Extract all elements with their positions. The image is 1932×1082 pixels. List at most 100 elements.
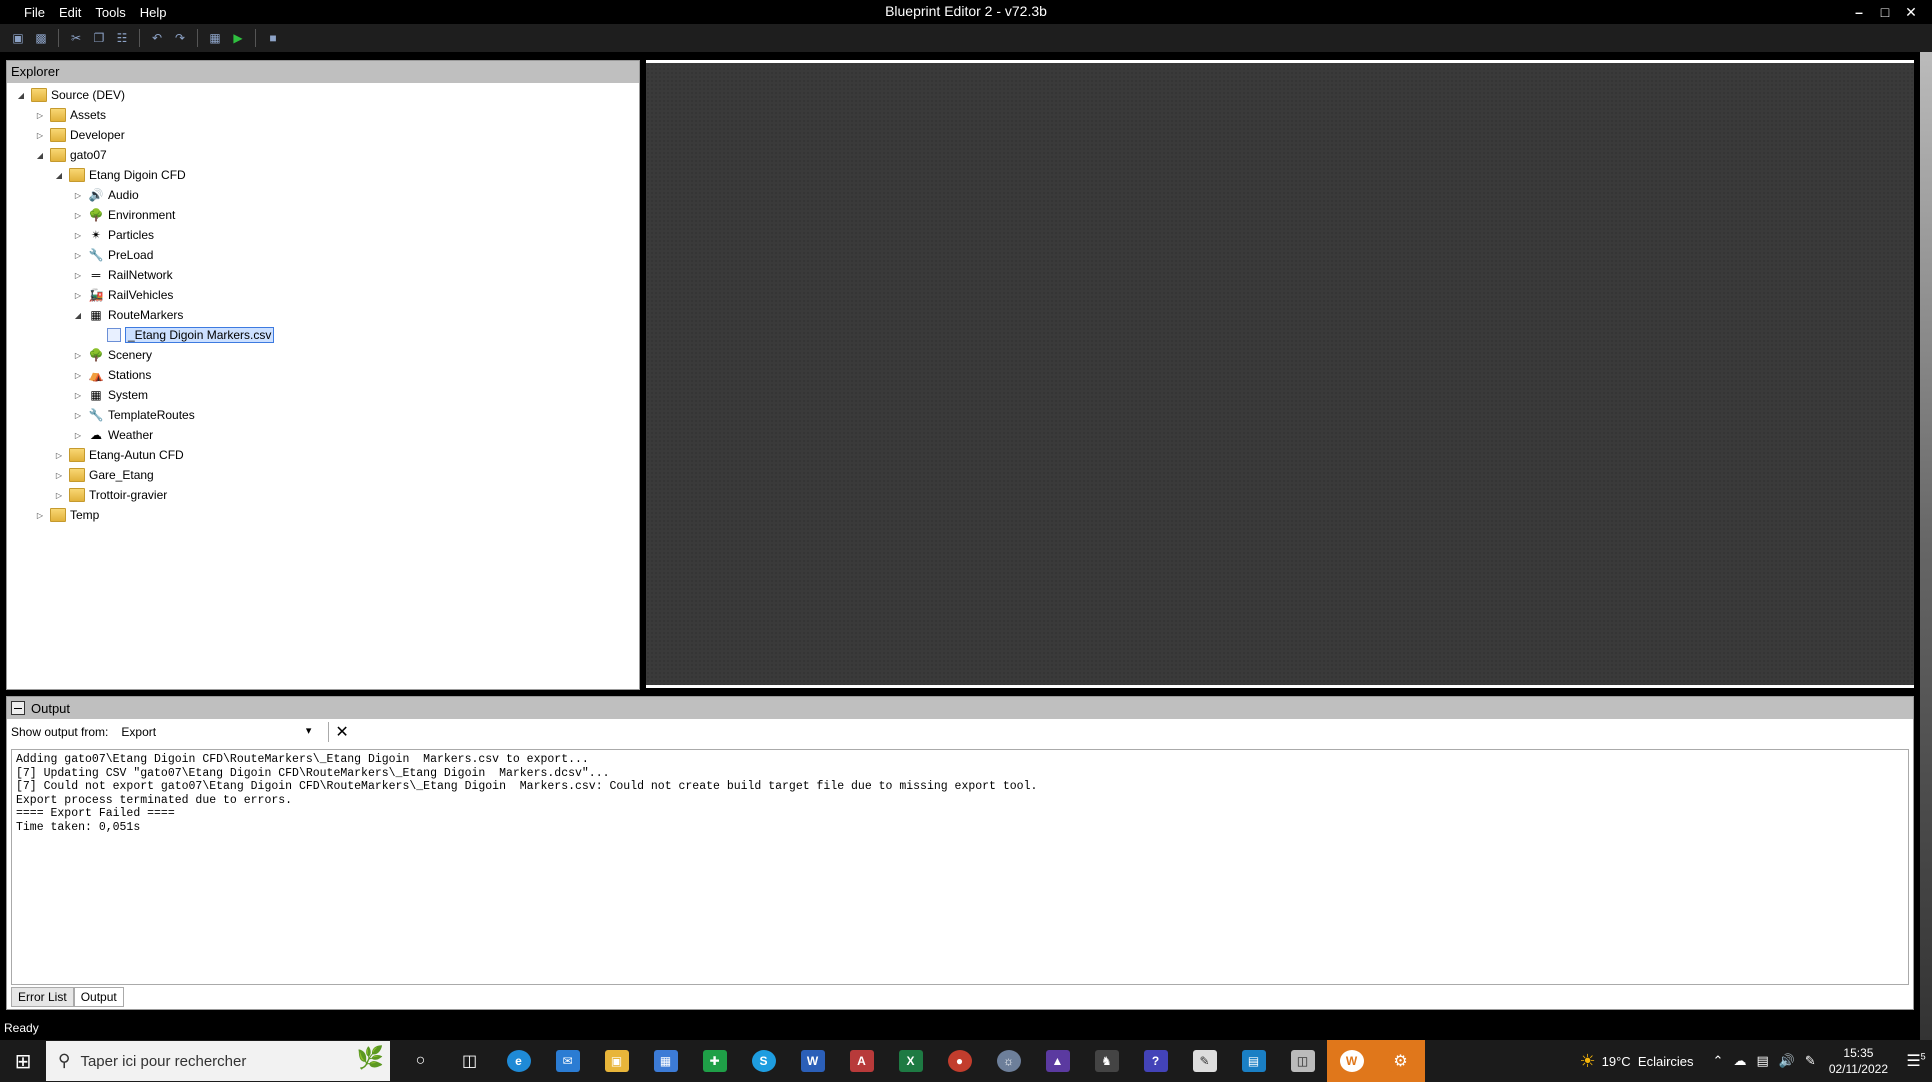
- collapsed-arrow-icon[interactable]: ▷: [72, 291, 84, 300]
- tree-item[interactable]: ▷ ✴ Particles: [7, 225, 639, 245]
- menu-edit[interactable]: Edit: [53, 5, 87, 20]
- tab-error-list[interactable]: Error List: [11, 987, 74, 1007]
- menu-help[interactable]: Help: [134, 5, 173, 20]
- run-icon[interactable]: ▶: [228, 28, 248, 48]
- windows-start-icon[interactable]: ⊞: [0, 1040, 46, 1082]
- tree-item[interactable]: ▷ Assets: [7, 105, 639, 125]
- taskbar-search[interactable]: ⚲ Taper ici pour rechercher 🌿: [46, 1041, 390, 1081]
- collapsed-arrow-icon[interactable]: ▷: [53, 471, 65, 480]
- collapsed-arrow-icon[interactable]: ▷: [72, 371, 84, 380]
- store-icon[interactable]: ▦: [641, 1040, 690, 1082]
- word-app-active-icon[interactable]: W: [1327, 1040, 1376, 1082]
- collapsed-arrow-icon[interactable]: ▷: [34, 111, 46, 120]
- tree-item[interactable]: ◢ gato07: [7, 145, 639, 165]
- redo-icon[interactable]: ↷: [170, 28, 190, 48]
- collapsed-arrow-icon[interactable]: ▷: [72, 231, 84, 240]
- cortana-icon[interactable]: ○: [396, 1040, 445, 1082]
- menu-file[interactable]: File: [18, 5, 51, 20]
- expanded-arrow-icon[interactable]: ◢: [72, 311, 84, 320]
- tree-item[interactable]: ▷ ☁ Weather: [7, 425, 639, 445]
- task-view-icon[interactable]: ◫: [445, 1040, 494, 1082]
- tree-item[interactable]: ▷ Temp: [7, 505, 639, 525]
- menu-tools[interactable]: Tools: [89, 5, 131, 20]
- undo-icon[interactable]: ↶: [147, 28, 167, 48]
- blueprint-editor-icon[interactable]: ⚙: [1376, 1040, 1425, 1082]
- game-app-icon[interactable]: ♞: [1082, 1040, 1131, 1082]
- tree-item[interactable]: ▷ 🔊 Audio: [7, 185, 639, 205]
- tree-item[interactable]: ▷ 🌳 Environment: [7, 205, 639, 225]
- collapsed-arrow-icon[interactable]: ▷: [34, 511, 46, 520]
- tree-item[interactable]: ▷ 🌳 Scenery: [7, 345, 639, 365]
- vpn-app-icon[interactable]: ●: [935, 1040, 984, 1082]
- chevron-up-icon[interactable]: ⌃: [1713, 1053, 1724, 1069]
- collapsed-arrow-icon[interactable]: ▷: [34, 131, 46, 140]
- tree-item[interactable]: ▷ ⛺ Stations: [7, 365, 639, 385]
- pen-icon[interactable]: ✎: [1805, 1053, 1816, 1069]
- maximize-button[interactable]: □: [1874, 2, 1896, 22]
- network-icon[interactable]: ▤: [1756, 1053, 1768, 1069]
- collapsed-arrow-icon[interactable]: ▷: [72, 351, 84, 360]
- collapsed-arrow-icon[interactable]: ▷: [72, 211, 84, 220]
- mail-icon[interactable]: ✉: [543, 1040, 592, 1082]
- collapsed-arrow-icon[interactable]: ▷: [72, 411, 84, 420]
- tree-item[interactable]: ▷ ▦ System: [7, 385, 639, 405]
- file-explorer-icon[interactable]: ▣: [592, 1040, 641, 1082]
- tree-item[interactable]: ▷ Developer: [7, 125, 639, 145]
- save-all-icon[interactable]: ▩: [31, 28, 51, 48]
- shield-app-icon[interactable]: ▲: [1033, 1040, 1082, 1082]
- tree-item[interactable]: ▷ Etang-Autun CFD: [7, 445, 639, 465]
- output-tabs: Error List Output: [11, 987, 124, 1007]
- collapsed-arrow-icon[interactable]: ▷: [72, 431, 84, 440]
- expanded-arrow-icon[interactable]: ◢: [53, 171, 65, 180]
- collapsed-arrow-icon[interactable]: ▷: [72, 251, 84, 260]
- expanded-arrow-icon[interactable]: ◢: [34, 151, 46, 160]
- collapsed-arrow-icon[interactable]: ▷: [53, 491, 65, 500]
- save-icon[interactable]: ▣: [8, 28, 28, 48]
- tree-item[interactable]: ▷ Gare_Etang: [7, 465, 639, 485]
- collapsed-arrow-icon[interactable]: ▷: [72, 391, 84, 400]
- monitor-app-icon[interactable]: ▤: [1229, 1040, 1278, 1082]
- tree-item[interactable]: ▷ ═ RailNetwork: [7, 265, 639, 285]
- collapsed-arrow-icon[interactable]: ▷: [72, 271, 84, 280]
- tree-item[interactable]: ◢ Source (DEV): [7, 85, 639, 105]
- weather-widget[interactable]: ☀ 19°C Eclaircies: [1579, 1051, 1693, 1072]
- editor-viewport[interactable]: [646, 60, 1914, 688]
- help-app-icon[interactable]: ?: [1131, 1040, 1180, 1082]
- globe-app-icon[interactable]: ☼: [984, 1040, 1033, 1082]
- tab-output[interactable]: Output: [73, 987, 124, 1007]
- tree-item[interactable]: ▷ 🚂 RailVehicles: [7, 285, 639, 305]
- tree-item[interactable]: ◢ Etang Digoin CFD: [7, 165, 639, 185]
- clear-output-icon[interactable]: ✕: [328, 722, 349, 742]
- word-icon[interactable]: W: [788, 1040, 837, 1082]
- cloud-icon[interactable]: ☁: [1733, 1053, 1746, 1069]
- desktop-background-strip: [1920, 52, 1932, 1040]
- stop-icon[interactable]: ■: [263, 28, 283, 48]
- tree-item[interactable]: ◢ ▦ RouteMarkers: [7, 305, 639, 325]
- clock[interactable]: 15:35 02/11/2022: [1829, 1045, 1888, 1077]
- train-app-icon[interactable]: ◫: [1278, 1040, 1327, 1082]
- notification-icon[interactable]: ☰5: [1900, 1051, 1932, 1071]
- minimize-button[interactable]: –: [1848, 2, 1870, 22]
- copy-icon[interactable]: ❐: [89, 28, 109, 48]
- notes-app-icon[interactable]: ✎: [1180, 1040, 1229, 1082]
- edge-icon[interactable]: e: [494, 1040, 543, 1082]
- tree-item[interactable]: ▷ 🔧 TemplateRoutes: [7, 405, 639, 425]
- export-icon[interactable]: ▦: [205, 28, 225, 48]
- output-source-select[interactable]: Export: [116, 722, 316, 742]
- output-log[interactable]: Adding gato07\Etang Digoin CFD\RouteMark…: [11, 749, 1909, 985]
- spreadsheet-app-icon[interactable]: ✚: [690, 1040, 739, 1082]
- collapsed-arrow-icon[interactable]: ▷: [72, 191, 84, 200]
- access-icon[interactable]: A: [837, 1040, 886, 1082]
- skype-icon[interactable]: S: [739, 1040, 788, 1082]
- excel-icon[interactable]: X: [886, 1040, 935, 1082]
- tree-item[interactable]: _Etang Digoin Markers.csv: [7, 325, 639, 345]
- tree-item[interactable]: ▷ Trottoir-gravier: [7, 485, 639, 505]
- collapse-icon[interactable]: [11, 701, 25, 715]
- volume-icon[interactable]: 🔊: [1779, 1053, 1795, 1069]
- close-button[interactable]: ✕: [1900, 2, 1922, 22]
- tree-item[interactable]: ▷ 🔧 PreLoad: [7, 245, 639, 265]
- expanded-arrow-icon[interactable]: ◢: [15, 91, 27, 100]
- cut-icon[interactable]: ✂: [66, 28, 86, 48]
- collapsed-arrow-icon[interactable]: ▷: [53, 451, 65, 460]
- paste-icon[interactable]: ☷: [112, 28, 132, 48]
